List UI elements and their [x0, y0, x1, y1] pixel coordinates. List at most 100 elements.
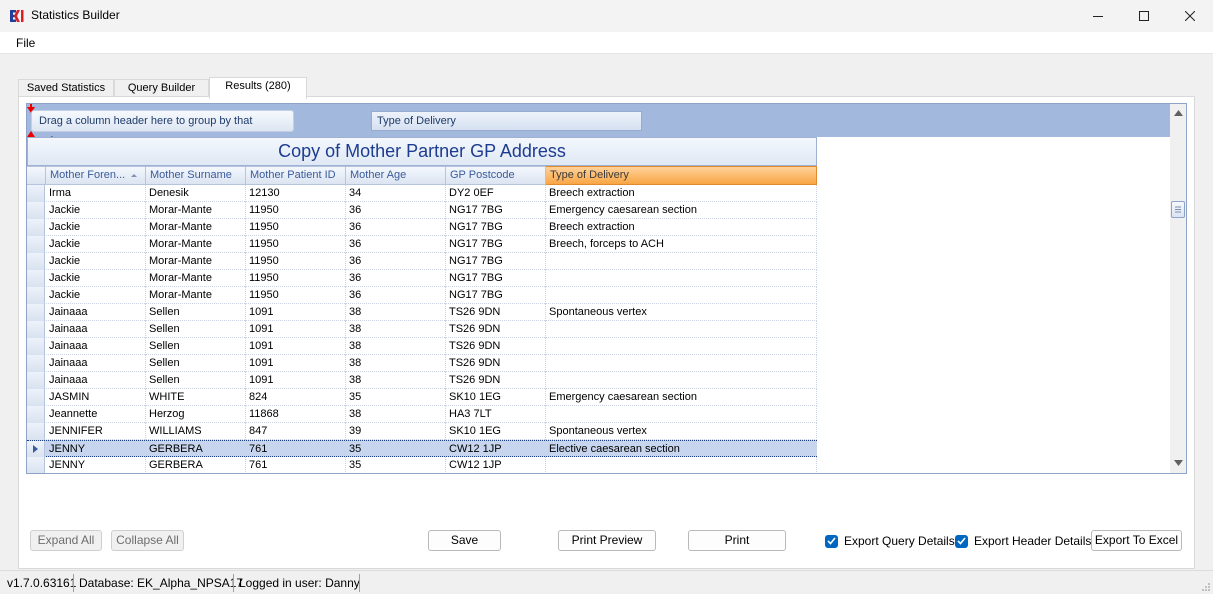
table-row[interactable]: Jeannette Herzog 11868 38 HA3 7LT — [27, 406, 817, 423]
cell-gp-postcode[interactable]: NG17 7BG — [446, 219, 546, 236]
cell-mother-surname[interactable]: WILLIAMS — [146, 423, 246, 440]
cell-mother-age[interactable]: 36 — [346, 287, 446, 304]
row-selector[interactable] — [27, 236, 45, 253]
cell-mother-patient-id[interactable]: 1091 — [246, 355, 346, 372]
cell-gp-postcode[interactable]: TS26 9DN — [446, 321, 546, 338]
cell-mother-patient-id[interactable]: 1091 — [246, 372, 346, 389]
table-row[interactable]: Jackie Morar-Mante 11950 36 NG17 7BG Emergenc… — [27, 202, 817, 219]
print-button[interactable]: Print — [688, 530, 786, 551]
cell-gp-postcode[interactable]: CW12 1JP — [446, 457, 546, 473]
cell-mother-forename[interactable]: Jackie — [46, 253, 146, 270]
cell-mother-patient-id[interactable]: 761 — [246, 441, 346, 458]
table-row[interactable]: Jainaaa Sellen 1091 38 TS26 9DN — [27, 355, 817, 372]
cell-mother-forename[interactable]: Jackie — [46, 270, 146, 287]
cell-mother-patient-id[interactable]: 824 — [246, 389, 346, 406]
cell-mother-age[interactable]: 34 — [346, 185, 446, 202]
cell-mother-age[interactable]: 36 — [346, 270, 446, 287]
table-row[interactable]: JENNY GERBERA 761 35 CW12 1JP — [27, 457, 817, 473]
table-row[interactable]: JASMIN WHITE 824 35 SK10 1EG Emergency caesar… — [27, 389, 817, 406]
print-preview-button[interactable]: Print Preview — [558, 530, 656, 551]
cell-gp-postcode[interactable]: NG17 7BG — [446, 287, 546, 304]
cell-mother-forename[interactable]: Jackie — [46, 287, 146, 304]
cell-mother-patient-id[interactable]: 11950 — [246, 270, 346, 287]
cell-mother-surname[interactable]: Sellen — [146, 372, 246, 389]
cell-mother-age[interactable]: 39 — [346, 423, 446, 440]
expand-all-button[interactable]: Expand All — [30, 530, 102, 551]
cell-mother-patient-id[interactable]: 11868 — [246, 406, 346, 423]
cell-gp-postcode[interactable]: TS26 9DN — [446, 338, 546, 355]
cell-mother-age[interactable]: 38 — [346, 355, 446, 372]
row-selector[interactable] — [27, 406, 45, 423]
cell-gp-postcode[interactable]: NG17 7BG — [446, 236, 546, 253]
cell-mother-forename[interactable]: Jainaaa — [46, 338, 146, 355]
menu-file[interactable]: File — [16, 36, 35, 50]
cell-mother-forename[interactable]: JENNY — [46, 441, 146, 458]
cell-mother-surname[interactable]: GERBERA — [146, 441, 246, 458]
cell-mother-forename[interactable]: Jainaaa — [46, 321, 146, 338]
cell-type-of-delivery[interactable]: Breech, forceps to ACH — [546, 236, 817, 253]
minimize-button[interactable] — [1075, 0, 1121, 32]
cell-mother-age[interactable]: 36 — [346, 236, 446, 253]
cell-mother-patient-id[interactable]: 12130 — [246, 185, 346, 202]
cell-mother-surname[interactable]: Denesik — [146, 185, 246, 202]
cell-type-of-delivery[interactable] — [546, 372, 817, 389]
row-selector[interactable] — [27, 253, 45, 270]
cell-mother-surname[interactable]: Morar-Mante — [146, 236, 246, 253]
cell-mother-age[interactable]: 38 — [346, 372, 446, 389]
cell-gp-postcode[interactable]: SK10 1EG — [446, 423, 546, 440]
cell-type-of-delivery[interactable] — [546, 457, 817, 473]
cell-mother-forename[interactable]: Jackie — [46, 236, 146, 253]
cell-type-of-delivery[interactable] — [546, 338, 817, 355]
cell-gp-postcode[interactable]: DY2 0EF — [446, 185, 546, 202]
row-selector[interactable] — [27, 441, 45, 458]
cell-type-of-delivery[interactable]: Elective caesarean section — [546, 441, 817, 458]
scrollbar-thumb[interactable] — [1171, 201, 1185, 218]
export-to-excel-button[interactable]: Export To Excel — [1091, 530, 1182, 551]
export-query-details-checkbox[interactable]: Export Query Details — [825, 534, 955, 548]
cell-mother-surname[interactable]: Morar-Mante — [146, 253, 246, 270]
cell-mother-age[interactable]: 36 — [346, 202, 446, 219]
cell-mother-forename[interactable]: Jeannette — [46, 406, 146, 423]
table-row[interactable]: Jainaaa Sellen 1091 38 TS26 9DN — [27, 321, 817, 338]
row-selector[interactable] — [27, 338, 45, 355]
row-selector[interactable] — [27, 219, 45, 236]
table-row[interactable]: Jainaaa Sellen 1091 38 TS26 9DN — [27, 372, 817, 389]
table-row[interactable]: JENNIFER WILLIAMS 847 39 SK10 1EG Spontaneous… — [27, 423, 817, 440]
cell-mother-surname[interactable]: Sellen — [146, 304, 246, 321]
cell-mother-age[interactable]: 38 — [346, 338, 446, 355]
cell-type-of-delivery[interactable]: Spontaneous vertex — [546, 304, 817, 321]
cell-mother-patient-id[interactable]: 761 — [246, 457, 346, 473]
table-row[interactable]: JENNY GERBERA 761 35 CW12 1JP Elective caesar… — [27, 440, 817, 458]
cell-mother-forename[interactable]: Irma — [46, 185, 146, 202]
cell-type-of-delivery[interactable]: Emergency caesarean section — [546, 389, 817, 406]
cell-mother-patient-id[interactable]: 1091 — [246, 304, 346, 321]
cell-gp-postcode[interactable]: NG17 7BG — [446, 253, 546, 270]
vertical-scrollbar[interactable] — [1170, 104, 1186, 473]
cell-mother-patient-id[interactable]: 1091 — [246, 338, 346, 355]
cell-mother-forename[interactable]: Jainaaa — [46, 372, 146, 389]
table-row[interactable]: Jackie Morar-Mante 11950 36 NG17 7BG — [27, 253, 817, 270]
row-selector[interactable] — [27, 457, 45, 473]
cell-gp-postcode[interactable]: NG17 7BG — [446, 270, 546, 287]
row-selector[interactable] — [27, 355, 45, 372]
row-selector[interactable] — [27, 287, 45, 304]
cell-mother-age[interactable]: 36 — [346, 219, 446, 236]
cell-type-of-delivery[interactable] — [546, 287, 817, 304]
cell-type-of-delivery[interactable] — [546, 270, 817, 287]
cell-gp-postcode[interactable]: HA3 7LT — [446, 406, 546, 423]
cell-mother-forename[interactable]: Jainaaa — [46, 304, 146, 321]
row-selector[interactable] — [27, 321, 45, 338]
table-row[interactable]: Jackie Morar-Mante 11950 36 NG17 7BG — [27, 270, 817, 287]
cell-mother-surname[interactable]: Herzog — [146, 406, 246, 423]
cell-gp-postcode[interactable]: CW12 1JP — [446, 441, 546, 458]
cell-mother-forename[interactable]: Jainaaa — [46, 355, 146, 372]
tab-results[interactable]: Results (280) — [209, 77, 307, 99]
table-row[interactable]: Irma Denesik 12130 34 DY2 0EF Breech extracti… — [27, 185, 817, 202]
cell-mother-patient-id[interactable]: 11950 — [246, 236, 346, 253]
column-header-mother-patient-id[interactable]: Mother Patient ID — [246, 166, 346, 185]
cell-gp-postcode[interactable]: SK10 1EG — [446, 389, 546, 406]
row-selector[interactable] — [27, 304, 45, 321]
cell-mother-patient-id[interactable]: 1091 — [246, 321, 346, 338]
cell-mother-surname[interactable]: Morar-Mante — [146, 219, 246, 236]
cell-type-of-delivery[interactable]: Breech extraction — [546, 219, 817, 236]
